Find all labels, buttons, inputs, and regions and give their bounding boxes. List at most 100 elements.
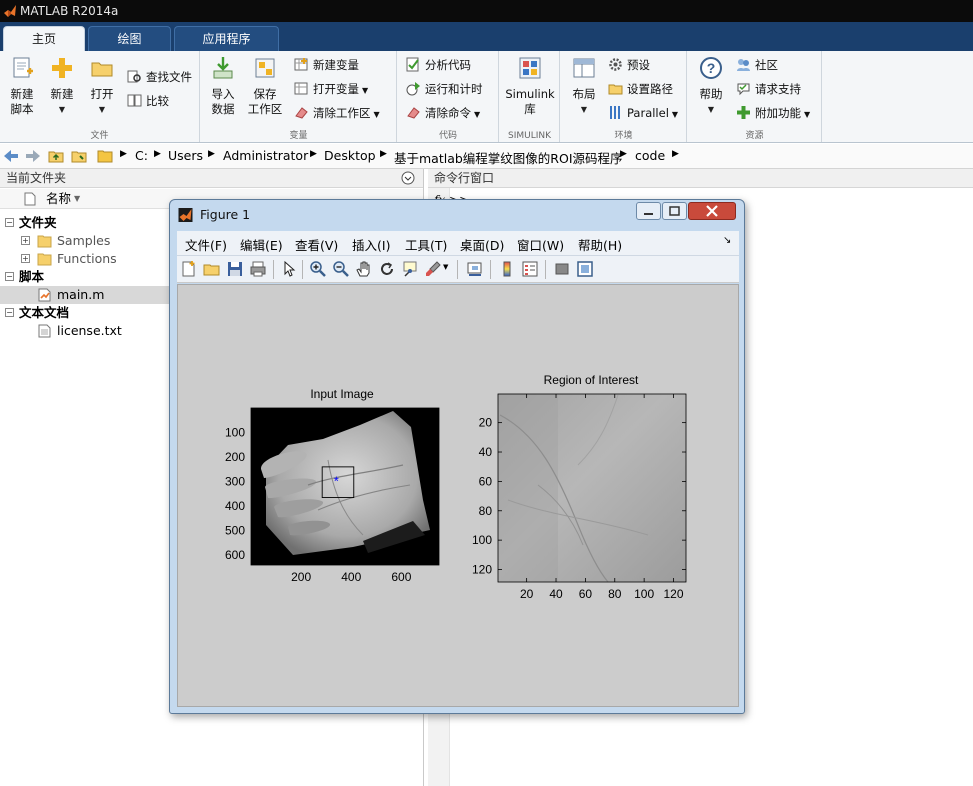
- collapse-icon[interactable]: −: [5, 308, 14, 317]
- menu-desktop[interactable]: 桌面(D): [460, 235, 504, 254]
- pan-hand-icon[interactable]: [355, 260, 373, 278]
- menu-tools[interactable]: 工具(T): [405, 235, 447, 254]
- run-and-time-button[interactable]: 运行和计时: [406, 79, 483, 99]
- find-files-button[interactable]: 查找文件: [127, 67, 192, 87]
- show-plot-tools-icon[interactable]: [576, 260, 594, 278]
- up-folder-icon[interactable]: [48, 148, 64, 164]
- open-button[interactable]: 打开 ▼: [84, 55, 120, 117]
- ribbon-section-variable: 导入 数据 保存 工作区 新建变量 打开变量 ▼ 清除工作区 ▼ 变量: [201, 51, 397, 142]
- menu-file[interactable]: 文件(F): [185, 235, 227, 254]
- panel-menu-icon[interactable]: [401, 171, 415, 185]
- hide-plot-tools-icon[interactable]: [553, 260, 571, 278]
- breadcrumb-administrator[interactable]: Administrator: [223, 148, 308, 163]
- minimize-button[interactable]: [636, 202, 661, 220]
- help-button[interactable]: ? 帮助 ▼: [692, 55, 730, 117]
- expand-icon[interactable]: +: [21, 236, 30, 245]
- chevron-down-icon: ▼: [98, 105, 106, 114]
- toolbar-separator: [490, 260, 491, 279]
- addons-button[interactable]: 附加功能 ▼: [736, 103, 810, 123]
- save-icon[interactable]: [226, 260, 244, 278]
- chevron-down-icon[interactable]: ▼: [443, 263, 448, 271]
- expand-icon[interactable]: +: [21, 254, 30, 263]
- breadcrumb-users[interactable]: Users: [168, 148, 203, 163]
- parallel-button[interactable]: Parallel ▼: [608, 103, 678, 123]
- group-text-documents[interactable]: − 文本文档: [0, 304, 170, 322]
- chevron-down-icon: ▼: [671, 110, 679, 119]
- zoom-in-icon[interactable]: [309, 260, 327, 278]
- new-button[interactable]: 新建 ▼: [44, 55, 80, 117]
- menu-overflow-icon[interactable]: ↘: [723, 235, 731, 246]
- new-variable-button[interactable]: 新建变量: [294, 55, 359, 75]
- svg-text:?: ?: [707, 60, 716, 76]
- colorbar-icon[interactable]: [498, 260, 516, 278]
- compare-icon: [127, 94, 142, 107]
- collapse-icon[interactable]: −: [5, 218, 14, 227]
- collapse-icon[interactable]: −: [5, 272, 14, 281]
- axes-region-of-interest[interactable]: Region of Interest 20 40 60 80 100 120 20 40 60 8…: [472, 373, 687, 601]
- eraser-icon: [295, 107, 308, 119]
- breadcrumb-c-drive[interactable]: C:: [135, 148, 148, 163]
- chevron-down-icon: ▼: [58, 105, 66, 114]
- list-item[interactable]: license.txt: [0, 322, 170, 340]
- folder-icon: [37, 235, 52, 248]
- link-plot-icon[interactable]: [466, 260, 484, 278]
- breadcrumb-desktop[interactable]: Desktop: [324, 148, 376, 163]
- group-scripts[interactable]: − 脚本: [0, 268, 170, 286]
- compare-button[interactable]: 比较: [127, 91, 169, 111]
- browse-folder-icon[interactable]: [71, 148, 87, 164]
- set-path-button[interactable]: 设置路径: [608, 79, 673, 99]
- y-tick-label: 500: [225, 524, 245, 538]
- figure-title: Figure 1: [200, 207, 251, 222]
- save-workspace-icon: [255, 58, 275, 78]
- x-tick-label: 400: [341, 570, 361, 584]
- rotate-3d-icon[interactable]: [378, 260, 396, 278]
- new-figure-icon[interactable]: [180, 260, 198, 278]
- group-folders[interactable]: − 文件夹: [0, 214, 170, 232]
- x-tick-label: 40: [549, 587, 563, 601]
- analyze-code-button[interactable]: 分析代码: [406, 55, 471, 75]
- layout-button[interactable]: 布局 ▼: [565, 55, 603, 117]
- folder-icon: [37, 253, 52, 266]
- toolbar-separator: [545, 260, 546, 279]
- brush-icon[interactable]: [424, 260, 442, 278]
- menu-view[interactable]: 查看(V): [295, 235, 338, 254]
- tab-plots[interactable]: 绘图: [88, 26, 171, 51]
- request-support-button[interactable]: 请求支持: [736, 79, 801, 99]
- edit-plot-arrow-icon[interactable]: [280, 260, 298, 278]
- print-icon[interactable]: [249, 260, 267, 278]
- clear-commands-button[interactable]: 清除命令 ▼: [406, 103, 480, 123]
- community-button[interactable]: 社区: [736, 55, 778, 75]
- close-button[interactable]: [688, 202, 736, 220]
- help-icon: ?: [700, 57, 722, 79]
- menu-help[interactable]: 帮助(H): [578, 235, 622, 254]
- menu-edit[interactable]: 编辑(E): [240, 235, 283, 254]
- forward-arrow-icon[interactable]: [25, 148, 41, 164]
- list-item[interactable]: main.m: [0, 286, 170, 304]
- list-item[interactable]: + Samples: [0, 232, 170, 250]
- tab-home[interactable]: 主页: [3, 26, 85, 51]
- y-tick-label: 100: [225, 426, 245, 440]
- list-item[interactable]: + Functions: [0, 250, 170, 268]
- new-plus-icon: [52, 58, 72, 78]
- zoom-out-icon[interactable]: [332, 260, 350, 278]
- preferences-button[interactable]: 预设: [608, 55, 650, 75]
- simulink-library-button[interactable]: Simulink 库: [504, 55, 556, 117]
- data-cursor-icon[interactable]: [401, 260, 419, 278]
- breadcrumb-code[interactable]: code: [635, 148, 665, 163]
- legend-icon[interactable]: [521, 260, 539, 278]
- breadcrumb-project-folder[interactable]: 基于matlab编程掌纹图像的ROI源码程序: [394, 148, 623, 167]
- import-data-button[interactable]: 导入 数据: [205, 55, 241, 117]
- save-workspace-button[interactable]: 保存 工作区: [245, 55, 285, 117]
- open-folder-icon: [91, 62, 113, 77]
- tab-apps[interactable]: 应用程序: [174, 26, 279, 51]
- open-file-icon[interactable]: [203, 260, 221, 278]
- maximize-button[interactable]: [662, 202, 687, 220]
- clear-workspace-button[interactable]: 清除工作区 ▼: [294, 103, 380, 123]
- menu-window[interactable]: 窗口(W): [517, 235, 564, 254]
- command-window-title: 命令行窗口: [428, 169, 973, 188]
- open-variable-button[interactable]: 打开变量 ▼: [294, 79, 368, 99]
- new-script-button[interactable]: 新建 脚本: [4, 55, 40, 117]
- axes-input-image[interactable]: Input Image * 200 400 600100200300400500…: [225, 387, 440, 584]
- menu-insert[interactable]: 插入(I): [352, 235, 390, 254]
- back-arrow-icon[interactable]: [3, 148, 19, 164]
